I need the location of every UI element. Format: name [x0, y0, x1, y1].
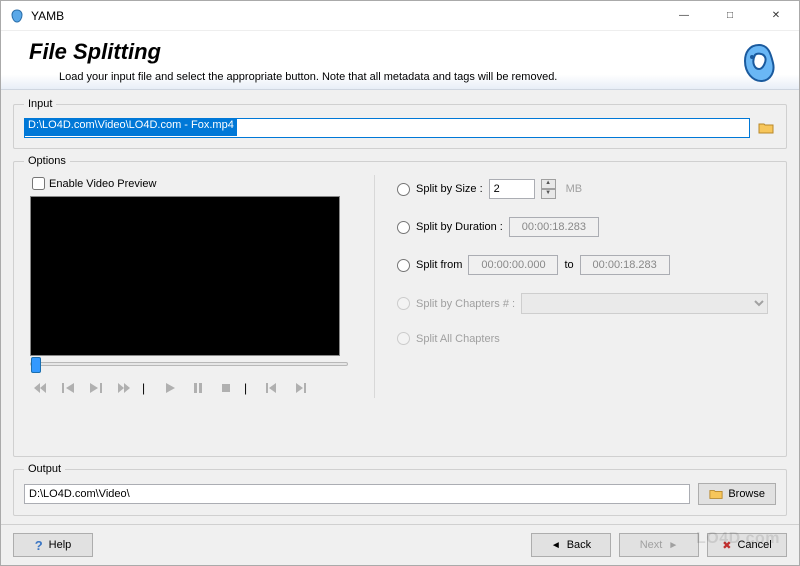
browse-label: Browse [728, 488, 765, 500]
enable-preview-checkbox[interactable] [32, 177, 45, 190]
split-from-to-label: to [564, 259, 573, 271]
split-by-size-radio[interactable] [397, 183, 410, 196]
forward-fast-icon[interactable] [114, 378, 134, 398]
chapter-select [521, 293, 768, 314]
window-title: YAMB [31, 9, 64, 23]
folder-icon [709, 487, 723, 501]
page-header: File Splitting Load your input file and … [1, 31, 799, 90]
split-from-start[interactable] [468, 255, 558, 275]
input-selected-text: D:\LO4D.com\Video\LO4D.com - Fox.mp4 [25, 118, 237, 136]
next-frame-icon[interactable] [86, 378, 106, 398]
prev-frame-icon[interactable] [58, 378, 78, 398]
split-all-chapters-radio [397, 332, 410, 345]
output-group: Output Browse [13, 463, 787, 516]
play-icon[interactable] [160, 378, 180, 398]
options-legend: Options [24, 155, 70, 167]
rewind-fast-icon[interactable] [30, 378, 50, 398]
skip-end-icon[interactable] [290, 378, 310, 398]
next-button[interactable]: Next ► [619, 533, 699, 557]
split-from-radio[interactable] [397, 259, 410, 272]
transport-controls: | | [30, 378, 348, 398]
split-by-size-label: Split by Size : [416, 183, 483, 195]
split-by-duration-radio[interactable] [397, 221, 410, 234]
split-by-chapters-row: Split by Chapters # : [397, 293, 768, 314]
next-label: Next [640, 539, 663, 551]
browse-output-button[interactable]: Browse [698, 483, 776, 505]
enable-preview-row[interactable]: Enable Video Preview [24, 175, 354, 196]
split-by-duration-label: Split by Duration : [416, 221, 503, 233]
footer: ? Help ◄ Back Next ► ✖ Cancel [1, 524, 799, 565]
back-label: Back [567, 539, 591, 551]
split-duration-value[interactable] [509, 217, 599, 237]
enable-preview-label: Enable Video Preview [49, 178, 156, 190]
maximize-button[interactable]: □ [707, 1, 753, 31]
spinner-down-icon[interactable]: ▼ [541, 189, 556, 199]
cancel-button[interactable]: ✖ Cancel [707, 533, 787, 557]
cancel-label: Cancel [737, 539, 771, 551]
transport-divider: | [142, 381, 152, 395]
output-path-field[interactable] [24, 484, 690, 504]
split-from-label: Split from [416, 259, 462, 271]
split-by-chapters-radio [397, 297, 410, 310]
split-from-end[interactable] [580, 255, 670, 275]
next-arrow-icon: ► [668, 540, 678, 551]
split-by-size-row[interactable]: Split by Size : ▲ ▼ MB [397, 179, 768, 199]
help-icon: ? [35, 538, 43, 553]
back-arrow-icon: ◄ [551, 540, 561, 551]
split-by-duration-row[interactable]: Split by Duration : [397, 217, 768, 237]
split-by-chapters-label: Split by Chapters # : [416, 298, 515, 310]
page-subtitle: Load your input file and select the appr… [59, 71, 779, 83]
browse-input-icon[interactable] [756, 118, 776, 138]
split-size-unit: MB [566, 183, 583, 195]
minimize-button[interactable]: — [661, 1, 707, 31]
stop-icon[interactable] [216, 378, 236, 398]
close-button[interactable]: ✕ [753, 1, 799, 31]
video-preview [30, 196, 340, 356]
page-title: File Splitting [29, 39, 779, 65]
skip-start-icon[interactable] [262, 378, 282, 398]
transport-divider-2: | [244, 381, 254, 395]
cancel-icon: ✖ [722, 539, 731, 552]
input-legend: Input [24, 98, 56, 110]
app-icon [9, 8, 25, 24]
seek-slider[interactable] [30, 362, 348, 366]
options-group: Options Enable Video Preview [13, 155, 787, 457]
split-all-chapters-label: Split All Chapters [416, 333, 500, 345]
pause-icon[interactable] [188, 378, 208, 398]
spinner-up-icon[interactable]: ▲ [541, 179, 556, 189]
split-all-chapters-row: Split All Chapters [397, 332, 768, 345]
foot-logo-icon [735, 39, 783, 87]
split-from-row[interactable]: Split from to [397, 255, 768, 275]
help-button[interactable]: ? Help [13, 533, 93, 557]
input-group: Input D:\LO4D.com\Video\LO4D.com - Fox.m… [13, 98, 787, 149]
split-size-value[interactable] [489, 179, 535, 199]
help-label: Help [49, 539, 72, 551]
titlebar: YAMB — □ ✕ [1, 1, 799, 31]
split-size-spinner[interactable]: ▲ ▼ [541, 179, 556, 199]
output-legend: Output [24, 463, 65, 475]
back-button[interactable]: ◄ Back [531, 533, 611, 557]
